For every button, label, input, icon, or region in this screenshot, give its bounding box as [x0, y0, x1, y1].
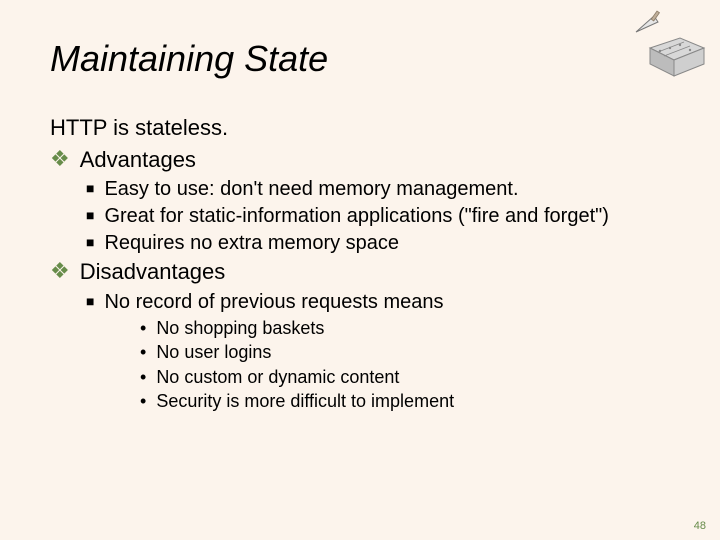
page-number: 48 [694, 520, 706, 532]
trowel-brick-icon [616, 8, 706, 78]
advantages-heading: ❖ Advantages [50, 146, 680, 174]
advantage-item: ■ Easy to use: don't need memory managem… [86, 177, 680, 202]
square-bullet-icon: ■ [86, 204, 94, 229]
diamond-bullet-icon: ❖ [50, 146, 70, 174]
advantage-item: ■ Requires no extra memory space [86, 231, 680, 256]
disadvantage-text: Security is more difficult to implement [156, 390, 454, 413]
statement-text: HTTP is stateless. [50, 114, 680, 142]
disadvantage-item: • Security is more difficult to implemen… [140, 390, 680, 413]
slide: Maintaining State HTTP is stateless. ❖ A… [0, 0, 720, 540]
slide-body: HTTP is stateless. ❖ Advantages ■ Easy t… [50, 114, 680, 413]
disadvantage-intro-text: No record of previous requests means [104, 290, 443, 315]
dot-bullet-icon: • [140, 390, 146, 413]
advantage-text: Great for static-information application… [104, 204, 608, 229]
diamond-bullet-icon: ❖ [50, 258, 70, 286]
dot-bullet-icon: • [140, 341, 146, 364]
disadvantage-item: • No shopping baskets [140, 317, 680, 340]
disadvantage-text: No custom or dynamic content [156, 366, 399, 389]
square-bullet-icon: ■ [86, 290, 94, 315]
disadvantage-text: No shopping baskets [156, 317, 324, 340]
advantages-label: Advantages [80, 146, 196, 174]
disadvantages-label: Disadvantages [80, 258, 226, 286]
advantage-text: Requires no extra memory space [104, 231, 399, 256]
advantage-item: ■ Great for static-information applicati… [86, 204, 680, 229]
disadvantage-text: No user logins [156, 341, 271, 364]
disadvantage-item: • No custom or dynamic content [140, 366, 680, 389]
advantage-text: Easy to use: don't need memory managemen… [104, 177, 518, 202]
disadvantage-intro: ■ No record of previous requests means [86, 290, 680, 315]
square-bullet-icon: ■ [86, 231, 94, 256]
square-bullet-icon: ■ [86, 177, 94, 202]
disadvantage-item: • No user logins [140, 341, 680, 364]
dot-bullet-icon: • [140, 317, 146, 340]
slide-title: Maintaining State [50, 38, 680, 80]
dot-bullet-icon: • [140, 366, 146, 389]
disadvantages-heading: ❖ Disadvantages [50, 258, 680, 286]
